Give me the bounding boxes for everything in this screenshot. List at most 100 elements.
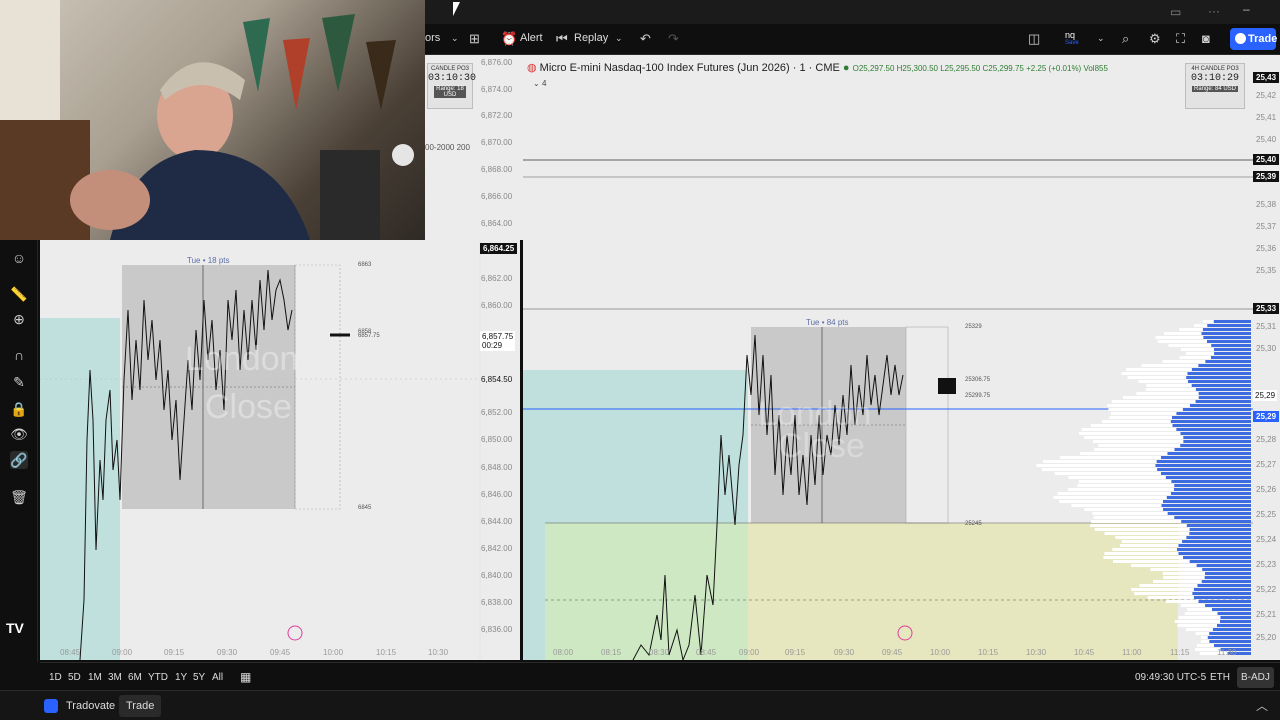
search-icon[interactable]: ⌕ (1122, 31, 1129, 47)
time-tick: 11:00 (1122, 648, 1142, 657)
range-1y-button[interactable]: 1Y (175, 672, 187, 683)
volume-profile-bar (1145, 388, 1196, 391)
volume-profile-bar (1183, 436, 1251, 439)
volume-profile-bar (1180, 444, 1251, 447)
symbol-title[interactable]: ◍ Micro E-mini Nasdaq-100 Index Futures … (527, 61, 1108, 74)
price-tick: 25,22 (1256, 585, 1277, 594)
volume-profile-bar (1210, 356, 1251, 359)
adjustment-toggle[interactable]: B-ADJ (1237, 667, 1274, 688)
ruler-icon[interactable]: 📏 (10, 285, 28, 303)
alert-icon[interactable]: ⏰ (501, 31, 517, 47)
volume-profile-bar (1189, 528, 1251, 531)
volume-profile-bar (1191, 368, 1251, 371)
replay-button[interactable]: Replay (574, 32, 608, 44)
indicators-collapse[interactable]: ⌄ 4 (533, 79, 546, 88)
redo-icon[interactable]: ↷ (668, 31, 679, 47)
alert-button[interactable]: Alert (520, 32, 543, 44)
range-all-button[interactable]: All (212, 672, 223, 683)
volume-profile-bar (1202, 328, 1251, 331)
magnet-icon[interactable]: ∩ (10, 346, 28, 364)
lock-icon[interactable]: 🔒 (10, 400, 28, 418)
chevron-down-icon[interactable]: ⌄ (451, 33, 459, 44)
layout-icon[interactable]: ◫ (1028, 31, 1040, 47)
settings-icon[interactable]: ⚙ (1149, 31, 1161, 47)
trash-icon[interactable]: 🗑 (10, 488, 28, 506)
tab-layout-icon[interactable]: ▭ (1170, 5, 1181, 19)
volume-profile-bar (1093, 516, 1175, 519)
range-1d-button[interactable]: 1D (49, 672, 62, 683)
price-tick: 25,37 (1256, 222, 1277, 231)
time-tick: 08:15 (601, 648, 622, 657)
price-tick: 25,35 (1256, 266, 1277, 275)
range-ytd-button[interactable]: YTD (148, 672, 168, 683)
volume-profile-bar (1206, 340, 1251, 343)
volume-profile-bar (1183, 556, 1251, 559)
time-tick: 10:30 (1026, 648, 1047, 657)
volume-profile-bar (1136, 392, 1199, 395)
minimize-icon[interactable]: – (1243, 2, 1250, 16)
svg-text:Close: Close (778, 427, 865, 465)
price-tick: 6,876.00 (481, 58, 513, 67)
undo-icon[interactable]: ↶ (640, 31, 651, 47)
volume-profile-bar (1217, 612, 1251, 615)
right-chart-panel: London Close ◍ Micro E-mini Nasdaq-100 I… (523, 55, 1280, 660)
price-tick: 6,860.00 (481, 301, 513, 310)
chevron-up-icon[interactable]: ︿ (1256, 697, 1268, 714)
volume-profile-bar (1184, 612, 1218, 615)
pencil-lock-icon[interactable]: ✎ (10, 373, 28, 391)
symbol-search-input[interactable]: nq (1065, 30, 1075, 40)
fullscreen-icon[interactable]: ⛶ (1176, 31, 1185, 47)
volume-profile-bar (1187, 380, 1251, 383)
time-tick: 10:15 (376, 648, 397, 657)
volume-profile-bar (1060, 456, 1161, 459)
calendar-icon[interactable]: ▦ (240, 670, 251, 684)
replay-icon[interactable]: ⏮ (556, 31, 568, 47)
price-tick: 25,30 (1256, 344, 1277, 353)
trade-button[interactable]: Trade (1230, 28, 1277, 50)
cme-flag-icon: ◍ (527, 62, 540, 74)
volume-profile-bar (1162, 572, 1205, 575)
link-icon[interactable]: 🔗 (10, 451, 28, 469)
range-5y-button[interactable]: 5Y (193, 672, 205, 683)
price-tick: 6,872.00 (481, 111, 513, 120)
time-tick: 10:00 (930, 648, 951, 657)
chevron-down-icon[interactable]: ⌄ (1097, 33, 1105, 44)
price-tick: 25,40 (1256, 135, 1277, 144)
range-3m-button[interactable]: 3M (108, 672, 122, 683)
level-label-bottom: 6845 (358, 505, 372, 511)
more-icon[interactable]: ··· (1208, 4, 1220, 18)
trade-tab[interactable]: Trade (119, 695, 162, 717)
volume-profile-bar (1036, 464, 1156, 467)
clock-readout[interactable]: 09:49:30 UTC-5 (1135, 672, 1206, 683)
level-label-top: 25329 (965, 324, 982, 330)
volume-profile-bar (1068, 476, 1166, 479)
zoom-in-icon[interactable]: ⊕ (10, 310, 28, 328)
volume-profile-bar (1198, 600, 1251, 603)
eye-icon[interactable]: 👁 (10, 425, 28, 443)
session-toggle[interactable]: ETH (1210, 672, 1230, 683)
volume-profile-bar (1077, 484, 1175, 487)
indicators-button[interactable]: ors (425, 32, 440, 44)
templates-icon[interactable]: ⊞ (469, 31, 480, 47)
time-tick: 10:30 (428, 648, 449, 657)
time-tick: 09:45 (882, 648, 903, 657)
volume-profile-bar (1172, 424, 1251, 427)
range-5d-button[interactable]: 5D (68, 672, 81, 683)
broker-tab[interactable]: Tradovate (66, 700, 115, 712)
volume-profile-bar (1150, 568, 1203, 571)
volume-profile-bar (1198, 396, 1251, 399)
camera-icon[interactable]: ◙ (1202, 31, 1210, 46)
range-1m-button[interactable]: 1M (88, 672, 102, 683)
volume-profile-bar (1152, 580, 1202, 583)
volume-profile-bar (1126, 368, 1192, 371)
volume-profile-bar (1166, 496, 1251, 499)
volume-profile-bar (1141, 364, 1199, 367)
emoji-icon[interactable]: ☺ (10, 249, 28, 267)
price-tick: 25,42 (1256, 91, 1277, 100)
chevron-down-icon[interactable]: ⌄ (615, 33, 623, 44)
volume-profile-bar (1189, 560, 1251, 563)
range-6m-button[interactable]: 6M (128, 672, 142, 683)
volume-profile-bar (1168, 344, 1212, 347)
price-tick: 6,840.00 (481, 571, 513, 580)
box-label: Tue • 18 pts (187, 256, 230, 265)
